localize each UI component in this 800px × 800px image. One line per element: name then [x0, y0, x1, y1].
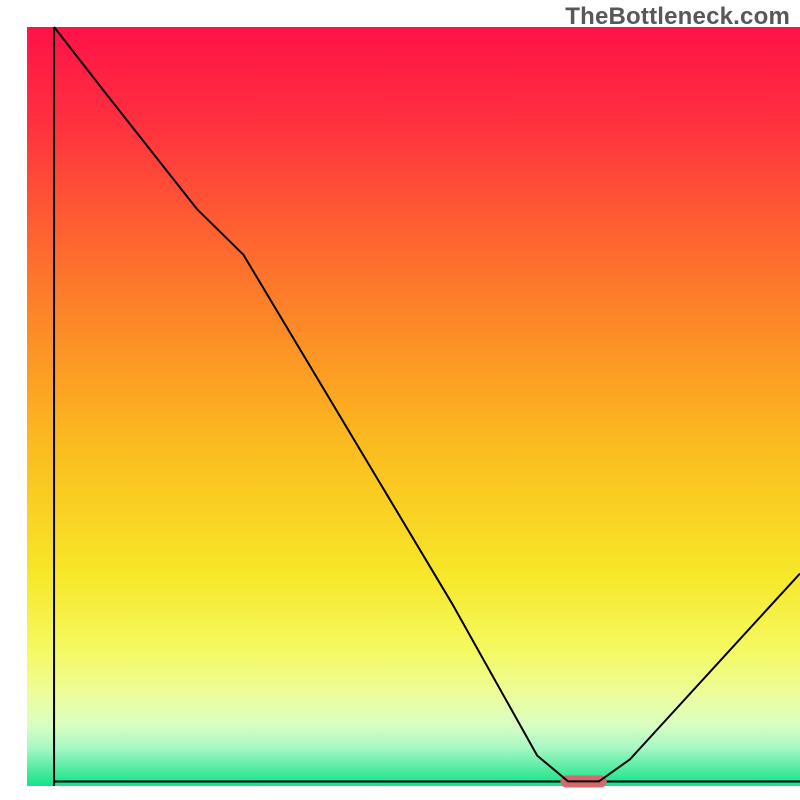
- chart-canvas: [0, 0, 800, 800]
- bottleneck-chart: TheBottleneck.com: [0, 0, 800, 800]
- watermark-text: TheBottleneck.com: [565, 3, 790, 31]
